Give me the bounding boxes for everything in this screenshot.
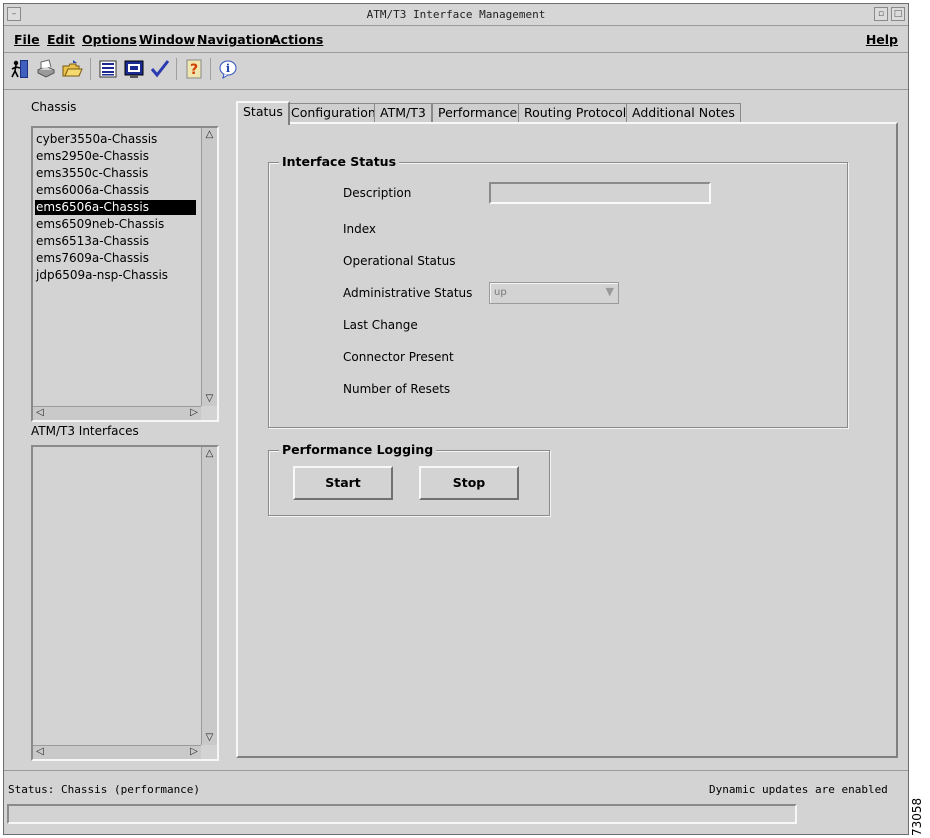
chassis-list-item[interactable]: ems2950e-Chassis (35, 149, 149, 164)
figure-code-text: 73058 (910, 797, 924, 836)
administrative-status-value: up (494, 287, 507, 298)
chassis-list-item[interactable]: ems7609a-Chassis (35, 251, 149, 266)
performance-logging-title: Performance Logging (279, 442, 437, 457)
tab-performance[interactable]: Performance (432, 103, 524, 123)
scroll-down-arrow-icon[interactable]: ▽ (203, 393, 216, 405)
chassis-horizontal-scrollbar[interactable]: ◁ ▷ (33, 406, 201, 420)
info-icon[interactable]: i (216, 57, 240, 81)
connector-present-label: Connector Present (343, 350, 454, 364)
chevron-down-icon: ▼ (605, 285, 614, 298)
print-icon[interactable] (34, 57, 58, 81)
chassis-list-item[interactable]: ems6509neb-Chassis (35, 217, 164, 232)
menu-help[interactable]: Help (866, 32, 898, 47)
svg-text:?: ? (190, 62, 198, 78)
menu-window[interactable]: Window (139, 32, 195, 47)
administrative-status-label: Administrative Status (343, 286, 473, 300)
scroll-left-arrow-icon[interactable]: ◁ (34, 746, 46, 758)
menu-edit[interactable]: Edit (47, 32, 75, 47)
chassis-list-item[interactable]: ems6513a-Chassis (35, 234, 149, 249)
screen-icon[interactable] (122, 57, 146, 81)
menu-options[interactable]: Options (82, 32, 137, 47)
tab-panel-status: Interface Status Description Index Opera… (236, 122, 898, 758)
menu-file[interactable]: File (14, 32, 40, 47)
checkmark-icon[interactable] (148, 57, 172, 81)
scroll-up-arrow-icon[interactable]: △ (203, 129, 216, 141)
operational-status-label: Operational Status (343, 254, 456, 268)
toolbar-separator (210, 58, 211, 80)
scroll-right-arrow-icon[interactable]: ▷ (188, 407, 200, 419)
index-label: Index (343, 222, 377, 236)
chassis-list-item[interactable]: ems6506a-Chassis (35, 200, 196, 215)
stop-button[interactable]: Stop (419, 466, 519, 500)
interfaces-listbox[interactable]: △ ▽ ◁ ▷ (31, 445, 219, 761)
chassis-list-item[interactable]: jdp6509a-nsp-Chassis (35, 268, 168, 283)
exit-icon[interactable] (8, 57, 32, 81)
chassis-vertical-scrollbar[interactable]: △ ▽ (201, 128, 217, 406)
dynamic-updates-text: Dynamic updates are enabled (709, 783, 888, 796)
app-window: – ATM/T3 Interface Management ▫ □ File E… (3, 3, 909, 835)
scroll-left-arrow-icon[interactable]: ◁ (34, 407, 46, 419)
tab-atm-t3[interactable]: ATM/T3 (374, 103, 432, 123)
title-bar: – ATM/T3 Interface Management ▫ □ (4, 4, 908, 26)
open-folder-icon[interactable] (60, 57, 84, 81)
status-divider (4, 770, 908, 771)
start-button[interactable]: Start (293, 466, 393, 500)
toolbar-divider (4, 89, 908, 90)
interface-status-group: Interface Status Description Index Opera… (268, 154, 848, 428)
scroll-down-arrow-icon[interactable]: ▽ (203, 732, 216, 744)
svg-text:i: i (226, 62, 230, 75)
scroll-up-arrow-icon[interactable]: △ (203, 448, 216, 460)
description-field[interactable] (489, 182, 711, 204)
status-text: Status: Chassis (performance) (8, 783, 201, 796)
menu-bar: File Edit Options Window Navigation Acti… (4, 27, 908, 53)
toolbar-separator (90, 58, 91, 80)
number-of-resets-label: Number of Resets (343, 382, 451, 396)
chassis-label: Chassis (31, 100, 77, 114)
interface-status-title: Interface Status (279, 154, 400, 169)
tab-status[interactable]: Status (236, 101, 290, 125)
description-label: Description (343, 186, 412, 200)
toolbar: ? i (4, 54, 908, 86)
interfaces-horizontal-scrollbar[interactable]: ◁ ▷ (33, 745, 201, 759)
scroll-right-arrow-icon[interactable]: ▷ (188, 746, 200, 758)
list-icon[interactable] (96, 57, 120, 81)
toolbar-separator (176, 58, 177, 80)
menu-navigation[interactable]: Navigation (197, 32, 273, 47)
chassis-list-item[interactable]: ems3550c-Chassis (35, 166, 148, 181)
tab-configuration[interactable]: Configuration (285, 103, 382, 123)
maximize-button[interactable]: □ (891, 7, 905, 21)
interfaces-label: ATM/T3 Interfaces (31, 424, 139, 438)
interfaces-vertical-scrollbar[interactable]: △ ▽ (201, 447, 217, 745)
chassis-list-item[interactable]: cyber3550a-Chassis (35, 132, 157, 147)
figure-code: 73058 (908, 790, 928, 838)
tab-routing-protocol[interactable]: Routing Protocol (518, 103, 633, 123)
help-icon[interactable]: ? (182, 57, 206, 81)
administrative-status-select[interactable]: up ▼ (489, 282, 619, 304)
progress-bar (7, 804, 797, 824)
chassis-list-item[interactable]: ems6006a-Chassis (35, 183, 149, 198)
tab-additional-notes[interactable]: Additional Notes (626, 103, 741, 123)
window-title: ATM/T3 Interface Management (366, 8, 546, 21)
last-change-label: Last Change (343, 318, 418, 332)
chassis-listbox[interactable]: cyber3550a-Chassis ems2950e-Chassis ems355… (31, 126, 219, 422)
performance-logging-group: Performance Logging Start Stop (268, 442, 550, 516)
minimize-button[interactable]: ▫ (874, 7, 888, 21)
menu-actions[interactable]: Actions (271, 32, 323, 47)
